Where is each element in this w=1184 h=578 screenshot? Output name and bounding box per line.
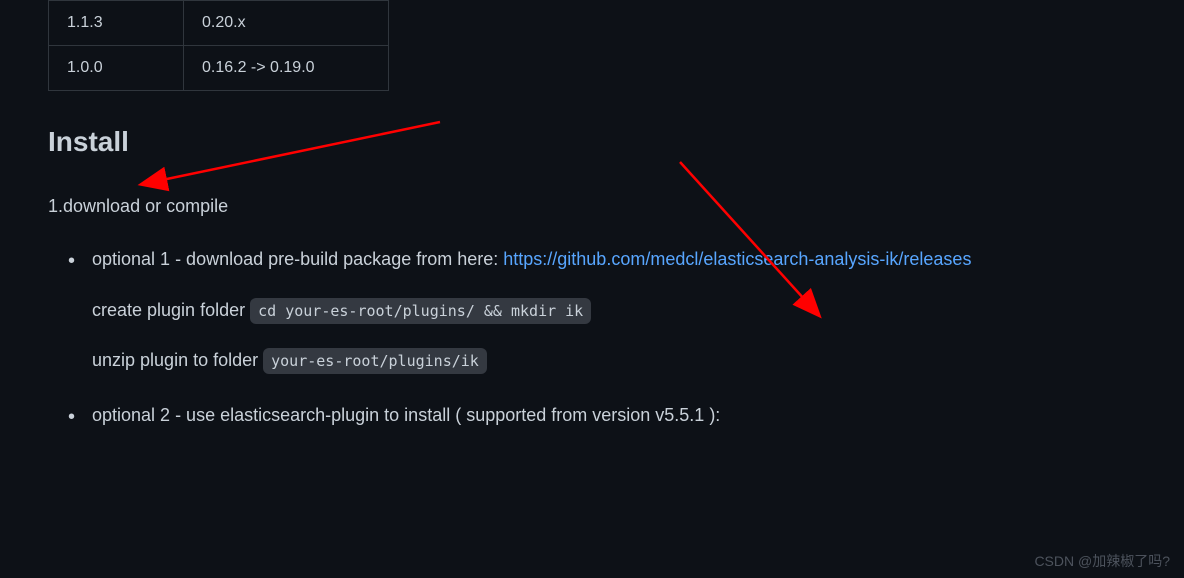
cell-es: 0.20.x — [184, 1, 389, 46]
item2-text: optional 2 - use elasticsearch-plugin to… — [92, 405, 720, 425]
download-link[interactable]: https://github.com/medcl/elasticsearch-a… — [503, 249, 971, 269]
watermark: CSDN @加辣椒了吗? — [1034, 551, 1170, 572]
version-table: 1.1.3 0.20.x 1.0.0 0.16.2 -> 0.19.0 — [48, 0, 389, 91]
unzip-code: your-es-root/plugins/ik — [263, 348, 487, 374]
cell-version: 1.1.3 — [49, 1, 184, 46]
list-item: optional 2 - use elasticsearch-plugin to… — [92, 400, 1184, 431]
item1-prefix: optional 1 - download pre-build package … — [92, 249, 503, 269]
create-folder-line: create plugin folder cd your-es-root/plu… — [92, 295, 1184, 326]
table-row: 1.1.3 0.20.x — [49, 1, 389, 46]
table-row: 1.0.0 0.16.2 -> 0.19.0 — [49, 46, 389, 91]
list-item: optional 1 - download pre-build package … — [92, 244, 1184, 376]
readme-content: 1.1.3 0.20.x 1.0.0 0.16.2 -> 0.19.0 Inst… — [0, 0, 1184, 430]
install-heading: Install — [48, 121, 1184, 163]
section-intro: 1.download or compile — [48, 193, 1184, 220]
unzip-line: unzip plugin to folder your-es-root/plug… — [92, 345, 1184, 376]
create-folder-text: create plugin folder — [92, 300, 250, 320]
cell-version: 1.0.0 — [49, 46, 184, 91]
unzip-text: unzip plugin to folder — [92, 350, 263, 370]
cell-es: 0.16.2 -> 0.19.0 — [184, 46, 389, 91]
options-list: optional 1 - download pre-build package … — [48, 244, 1184, 430]
create-folder-code: cd your-es-root/plugins/ && mkdir ik — [250, 298, 591, 324]
